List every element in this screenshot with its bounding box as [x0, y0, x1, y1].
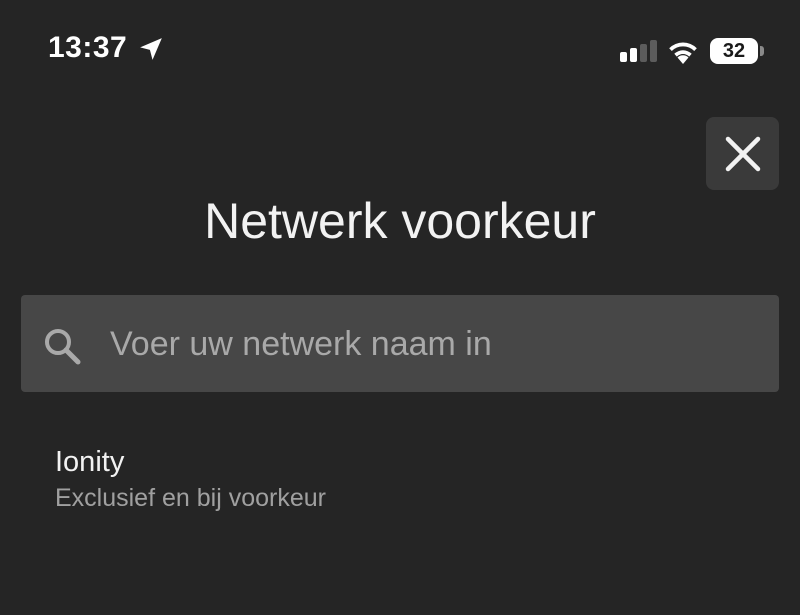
network-list-item-ionity[interactable]: Ionity Exclusief en bij voorkeur — [0, 430, 800, 530]
wifi-icon — [669, 42, 697, 64]
network-preference-screen: 13:37 32 Netwerk voorkeur Voer uw netwer… — [0, 0, 800, 615]
status-time: 13:37 — [48, 31, 128, 64]
close-button[interactable] — [706, 117, 779, 190]
network-name: Ionity — [55, 446, 125, 478]
network-description: Exclusief en bij voorkeur — [55, 484, 326, 512]
network-search-input[interactable] — [110, 315, 760, 373]
status-bar: 13:37 32 — [0, 0, 800, 100]
page-title: Netwerk voorkeur — [204, 193, 596, 249]
search-icon — [45, 329, 81, 365]
battery-icon: 32 — [710, 38, 758, 64]
battery-nub — [760, 46, 764, 56]
location-arrow-icon — [140, 38, 162, 60]
cellular-signal-icon — [620, 40, 657, 62]
close-icon — [725, 136, 760, 171]
